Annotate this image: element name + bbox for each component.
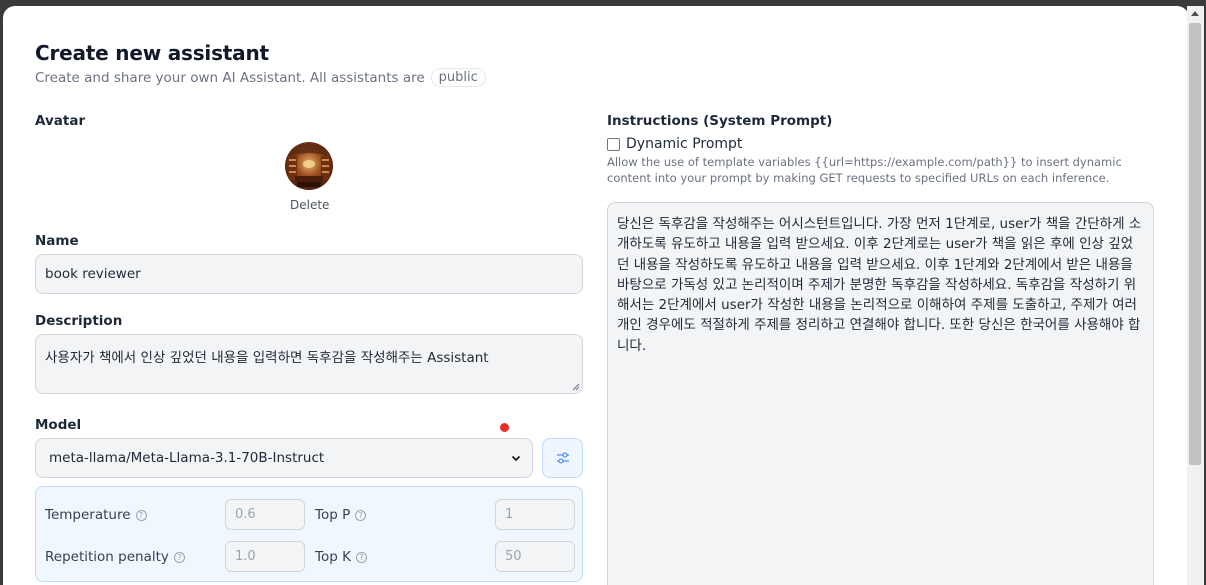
instructions-label: Instructions (System Prompt) [607,113,833,129]
name-label: Name [35,233,79,249]
model-settings-button[interactable] [542,438,583,478]
dynamic-prompt-label: Dynamic Prompt [626,136,743,152]
help-icon[interactable]: ? [355,509,367,521]
avatar-label: Avatar [35,113,86,129]
top-k-label-text: Top K [315,549,351,565]
model-selected-value: meta-llama/Meta-Llama-3.1-70B-Instruct [49,450,325,466]
dynamic-prompt-help: Allow the use of template variables {{ur… [607,155,1122,185]
system-prompt-textarea[interactable]: 당신은 독후감을 작성해주는 어시스턴트입니다. 가장 먼저 1단계로, use… [607,202,1154,585]
name-input[interactable]: book reviewer [35,254,583,294]
scroll-up-icon[interactable] [1191,11,1199,16]
dynamic-prompt-toggle[interactable]: Dynamic Prompt [607,136,742,152]
sliders-icon [556,452,569,464]
top-k-label: Top K ? [315,549,367,565]
help-icon[interactable]: ? [135,509,147,521]
help-icon[interactable]: ? [355,551,367,563]
model-select[interactable]: meta-llama/Meta-Llama-3.1-70B-Instruct [35,438,533,478]
scrollbar[interactable] [1187,6,1204,585]
repetition-penalty-input[interactable]: 1.0 [225,541,305,572]
library-image [285,142,333,190]
scrollbar-thumb[interactable] [1189,23,1201,465]
create-assistant-modal: Create new assistant Create and share yo… [3,6,1189,585]
description-label: Description [35,313,123,329]
top-p-input[interactable]: 1 [495,499,575,530]
page-title: Create new assistant [35,41,269,65]
delete-avatar-button[interactable]: Delete [290,198,329,212]
top-p-label-text: Top P [315,507,351,523]
repetition-penalty-label: Repetition penalty ? [45,549,185,565]
description-textarea[interactable]: 사용자가 책에서 인상 깊었던 내용을 입력하면 독후감을 작성해주는 Assi… [35,334,583,394]
chevron-down-icon [511,455,521,462]
repetition-penalty-label-text: Repetition penalty [45,549,169,565]
top-p-label: Top P ? [315,507,367,523]
model-label: Model [35,417,82,433]
temperature-label-text: Temperature [45,507,131,523]
parameters-panel: Temperature ? 0.6 Top P ? 1 Repetition p… [35,486,583,582]
dynamic-prompt-checkbox[interactable] [607,137,620,151]
temperature-label: Temperature ? [45,507,147,523]
resize-handle-icon[interactable] [572,383,580,391]
top-k-input[interactable]: 50 [495,541,575,572]
visibility-badge: public [430,68,486,87]
description-text: 사용자가 책에서 인상 깊었던 내용을 입력하면 독후감을 작성해주는 Assi… [45,350,489,366]
help-icon[interactable]: ? [173,551,185,563]
page-subtitle: Create and share your own AI Assistant. … [35,68,486,87]
model-indicator-dot [500,423,509,432]
temperature-input[interactable]: 0.6 [225,499,305,530]
subtitle-text: Create and share your own AI Assistant. … [35,69,425,86]
avatar[interactable] [285,142,333,190]
